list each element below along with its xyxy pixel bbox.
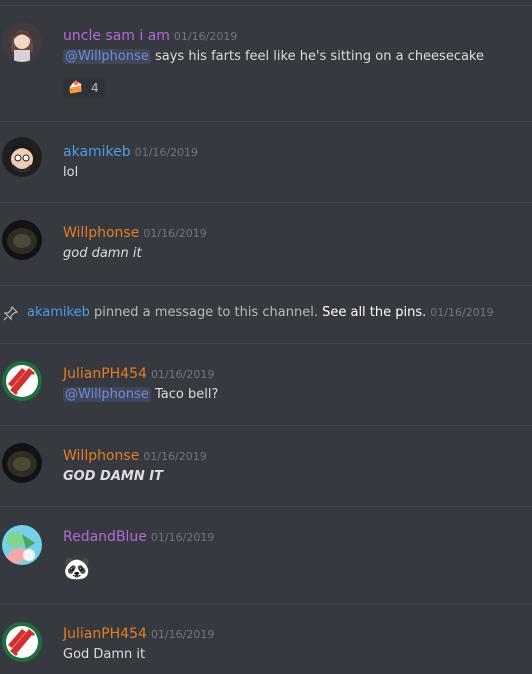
message-content: @Willphonse Taco bell? [63, 387, 218, 402]
message-content: GOD DAMN IT [63, 469, 163, 484]
username[interactable]: JulianPH454 [63, 366, 147, 382]
message-divider [0, 603, 532, 604]
message-header: JulianPH454 01/16/2019 [63, 363, 214, 382]
username[interactable]: JulianPH454 [63, 626, 147, 642]
reaction-count: 4 [91, 81, 99, 95]
system-pin-message: akamikeb pinned a message to this channe… [0, 302, 532, 326]
timestamp: 01/16/2019 [143, 450, 207, 463]
message-header: akamikeb 01/16/2019 [63, 141, 198, 160]
message-content: god damn it [63, 246, 142, 261]
message-list: uncle sam i am 01/16/2019 @Willphonse say… [0, 0, 532, 674]
message-divider [0, 343, 532, 344]
timestamp: 01/16/2019 [173, 30, 238, 43]
message-divider [0, 121, 532, 122]
message-divider [0, 202, 532, 203]
message-content: @Willphonse says his farts feel like he'… [63, 49, 484, 64]
see-all-pins-link[interactable]: See all the pins. [322, 305, 426, 320]
panda-emoji-icon: 🐼 [63, 557, 91, 582]
timestamp: 01/16/2019 [134, 146, 199, 159]
message-header: Willphonse 01/16/2019 [63, 222, 207, 241]
avatar[interactable] [2, 443, 42, 483]
timestamp: 01/16/2019 [150, 628, 215, 641]
avatar[interactable] [2, 137, 42, 177]
pin-icon [3, 305, 19, 325]
timestamp: 01/16/2019 [143, 227, 207, 240]
message-header: Willphonse 01/16/2019 [63, 445, 207, 464]
avatar[interactable] [2, 22, 42, 62]
message-content: 🐼 [63, 557, 90, 582]
username[interactable]: akamikeb [63, 144, 131, 160]
message-text: god damn it [63, 246, 142, 261]
message-divider [0, 425, 532, 426]
message-header: JulianPH454 01/16/2019 [63, 623, 214, 642]
timestamp: 01/16/2019 [150, 368, 215, 381]
message-text: Taco bell? [150, 387, 219, 402]
message-content: God Damn it [63, 647, 145, 662]
pin-username[interactable]: akamikeb [27, 305, 90, 320]
message-content: lol [63, 165, 78, 180]
cake-emoji-icon: 🍰 [68, 80, 83, 94]
message-text: GOD DAMN IT [63, 469, 163, 484]
message-header: uncle sam i am 01/16/2019 [63, 25, 237, 44]
username[interactable]: RedandBlue [63, 529, 147, 545]
avatar[interactable] [2, 361, 42, 401]
username[interactable]: Willphonse [63, 448, 139, 464]
timestamp: 01/16/2019 [150, 531, 215, 544]
message-header: RedandBlue 01/16/2019 [63, 526, 214, 545]
pin-description: pinned a message to this channel. [89, 305, 323, 320]
avatar[interactable] [2, 622, 42, 662]
avatar[interactable] [2, 220, 42, 260]
username[interactable]: Willphonse [63, 225, 139, 241]
message-divider [0, 5, 532, 6]
message-text: lol [63, 165, 79, 180]
message-divider [0, 506, 532, 507]
user-mention[interactable]: @Willphonse [63, 49, 151, 64]
username[interactable]: uncle sam i am [63, 28, 170, 44]
message-divider [0, 285, 532, 286]
message-text: God Damn it [63, 647, 146, 662]
message-text: says his farts feel like he's sitting on… [150, 49, 484, 64]
pin-text: akamikeb pinned a message to this channe… [27, 305, 494, 320]
timestamp: 01/16/2019 [430, 306, 494, 319]
reaction-button[interactable]: 🍰 4 [63, 78, 105, 98]
user-mention[interactable]: @Willphonse [63, 387, 151, 402]
avatar[interactable] [2, 525, 42, 565]
